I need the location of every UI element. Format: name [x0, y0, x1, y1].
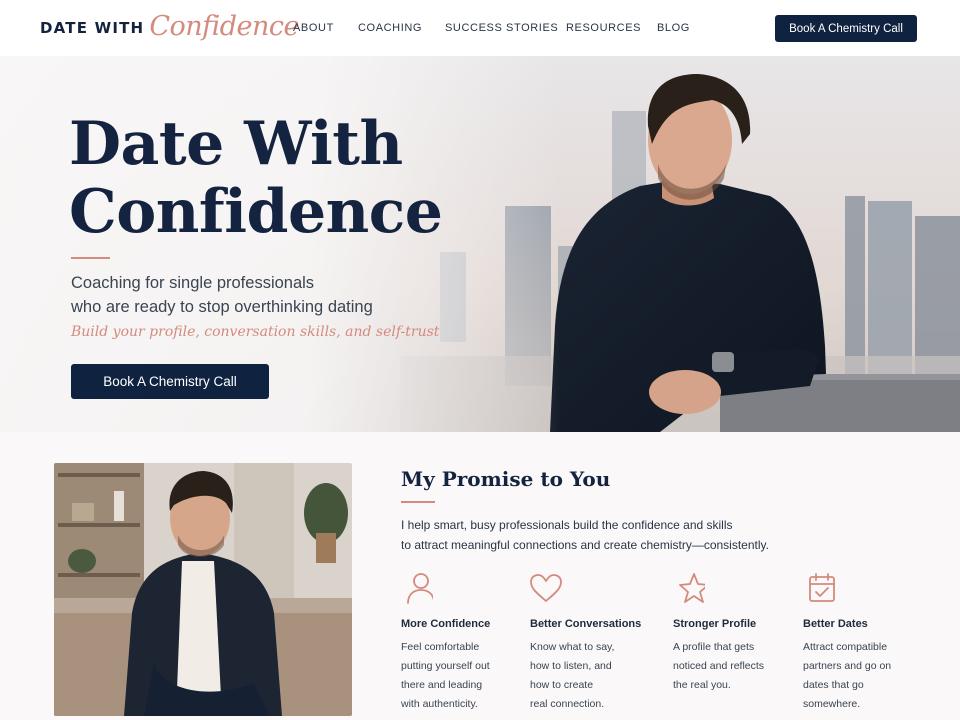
hero-subtitle-line-2: who are ready to stop overthinking datin…: [71, 298, 373, 316]
promise-text-line-1: I help smart, busy professionals build t…: [401, 518, 733, 532]
hero-title: Date With Confidence: [69, 110, 529, 246]
logo[interactable]: DATE WITH Confidence: [40, 8, 299, 48]
header-book-call-button[interactable]: Book A Chemistry Call: [775, 15, 917, 42]
hero-subtitle-line-1: Coaching for single professionals: [71, 274, 315, 292]
person-icon: [407, 573, 433, 604]
coach-portrait-photo: [54, 463, 352, 716]
heart-icon: [530, 574, 562, 602]
nav-link-resources[interactable]: RESOURCES: [566, 22, 641, 34]
nav-link-success-stories[interactable]: SUCCESS STORIES: [445, 22, 558, 34]
feature-description: Know what to say, how to listen, and how…: [530, 641, 615, 710]
star-icon: [679, 573, 705, 603]
hero-book-call-button[interactable]: Book A Chemistry Call: [71, 364, 269, 399]
promise-title: My Promise to You: [401, 467, 611, 491]
nav-link-coaching[interactable]: COACHING: [358, 22, 422, 34]
nav-link-blog[interactable]: BLOG: [657, 22, 690, 34]
feature-title: Better Dates: [803, 618, 868, 630]
logo-text-confidence: Confidence: [149, 10, 299, 42]
feature-description: A profile that gets noticed and reflects…: [673, 641, 765, 691]
hero-title-line-2: Confidence: [69, 177, 443, 247]
site-header: DATE WITH Confidence ABOUT COACHING SUCC…: [0, 0, 960, 56]
feature-title: More Confidence: [401, 618, 491, 630]
hero-tagline: Build your profile, conversation skills,…: [71, 324, 440, 340]
calendar-check-icon: [809, 573, 835, 602]
hero-title-line-1: Date With: [69, 109, 403, 179]
feature-title: Stronger Profile: [673, 618, 757, 630]
nav-link-about[interactable]: ABOUT: [293, 22, 334, 34]
logo-text-date-with: DATE WITH: [40, 19, 145, 37]
feature-better-dates: Better Dates Attract compatible partners…: [803, 570, 928, 710]
feature-better-conversations: Better Conversations Know what to say, h…: [530, 570, 655, 710]
feature-more-confidence: More Confidence Feel comfortable putting…: [401, 570, 526, 710]
feature-stronger-profile: Stronger Profile A profile that gets not…: [673, 570, 798, 691]
hero-subtitle: Coaching for single professionals who ar…: [71, 271, 431, 319]
feature-description: Feel comfortable putting yourself out th…: [401, 641, 490, 710]
feature-description: Attract compatible partners and go on da…: [803, 641, 892, 710]
hero-divider: [71, 257, 110, 259]
hero-section: Date With Confidence Coaching for single…: [0, 56, 960, 432]
promise-text-line-2: to attract meaningful connections and cr…: [401, 538, 769, 552]
feature-title: Better Conversations: [530, 618, 642, 630]
promise-divider: [401, 501, 435, 503]
promise-text: I help smart, busy professionals build t…: [401, 515, 831, 555]
